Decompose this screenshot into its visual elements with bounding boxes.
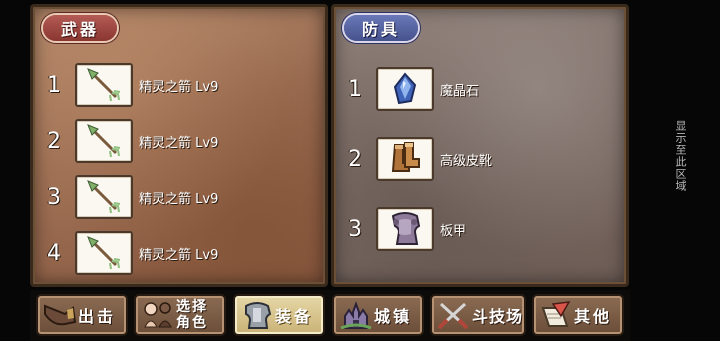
weapon-panel: 武器 1 精灵之箭 Lv9 2 精灵之箭 Lv9 3 精灵之箭 Lv9 4 精灵… xyxy=(30,4,328,287)
weapon-name: 精灵之箭 Lv9 xyxy=(139,135,219,151)
nav-town-button[interactable]: 城镇 xyxy=(332,294,424,336)
armor-slot-1[interactable]: 1 魔晶石 xyxy=(342,67,479,111)
nav-equipment-label: 装备 xyxy=(275,307,314,326)
weapon-name: 精灵之箭 Lv9 xyxy=(139,79,219,95)
horn-icon xyxy=(42,298,78,332)
slot-number: 3 xyxy=(47,184,61,210)
slot-number: 3 xyxy=(348,216,362,242)
nav-sortie-button[interactable]: 出击 xyxy=(36,294,128,336)
weapon-slot-2[interactable]: 2 精灵之箭 Lv9 xyxy=(41,119,218,163)
arrow-icon xyxy=(75,231,133,275)
weapon-panel-title: 武器 xyxy=(43,15,118,41)
arrow-icon xyxy=(75,119,133,163)
armor-panel-title: 防具 xyxy=(344,15,419,41)
bottom-nav: 出击 选择 角色 装备 城镇 斗技场 其他 xyxy=(30,290,630,341)
crossed-swords-icon xyxy=(436,298,472,332)
slot-number: 4 xyxy=(47,240,61,266)
nav-arena-label: 斗技场 xyxy=(472,307,524,326)
side-hint-text: 显示至此区域 xyxy=(674,120,687,192)
nav-equipment-button[interactable]: 装备 xyxy=(233,294,325,336)
slot-number: 1 xyxy=(348,76,362,102)
nav-select-role-text: 选择 角色 xyxy=(176,299,208,331)
nav-sortie-label: 出击 xyxy=(78,307,117,326)
weapon-slot-1[interactable]: 1 精灵之箭 Lv9 xyxy=(41,63,218,107)
character-icon xyxy=(140,298,176,332)
slot-number: 2 xyxy=(348,146,362,172)
armor-slot-3[interactable]: 3 板甲 xyxy=(342,207,466,251)
weapon-slot-4[interactable]: 4 精灵之箭 Lv9 xyxy=(41,231,218,275)
nav-other-button[interactable]: 其他 xyxy=(532,294,624,336)
armor-name: 板甲 xyxy=(440,223,467,239)
armor-panel: 防具 1 魔晶石 2 高级皮靴 3 板甲 xyxy=(331,4,629,287)
nav-other-label: 其他 xyxy=(574,307,613,326)
crystal-icon xyxy=(376,67,434,111)
nav-select-role-line1: 选择 xyxy=(176,299,208,315)
scroll-quill-icon xyxy=(538,298,574,332)
game-screen: 武器 1 精灵之箭 Lv9 2 精灵之箭 Lv9 3 精灵之箭 Lv9 4 精灵… xyxy=(0,0,720,341)
armor-slot-2[interactable]: 2 高级皮靴 xyxy=(342,137,492,181)
armor-name: 高级皮靴 xyxy=(440,153,493,169)
armor-set-icon xyxy=(239,298,275,332)
arrow-icon xyxy=(75,175,133,219)
arrow-icon xyxy=(75,63,133,107)
nav-select-role-line2: 角色 xyxy=(176,315,208,331)
nav-select-role-button[interactable]: 选择 角色 xyxy=(134,294,226,336)
weapon-name: 精灵之箭 Lv9 xyxy=(139,247,219,263)
weapon-name: 精灵之箭 Lv9 xyxy=(139,191,219,207)
plate-armor-icon xyxy=(376,207,434,251)
boots-icon xyxy=(376,137,434,181)
nav-arena-button[interactable]: 斗技场 xyxy=(430,294,526,336)
castle-icon xyxy=(338,298,374,332)
slot-number: 2 xyxy=(47,128,61,154)
nav-town-label: 城镇 xyxy=(374,307,413,326)
armor-name: 魔晶石 xyxy=(440,83,480,99)
weapon-slot-3[interactable]: 3 精灵之箭 Lv9 xyxy=(41,175,218,219)
slot-number: 1 xyxy=(47,72,61,98)
